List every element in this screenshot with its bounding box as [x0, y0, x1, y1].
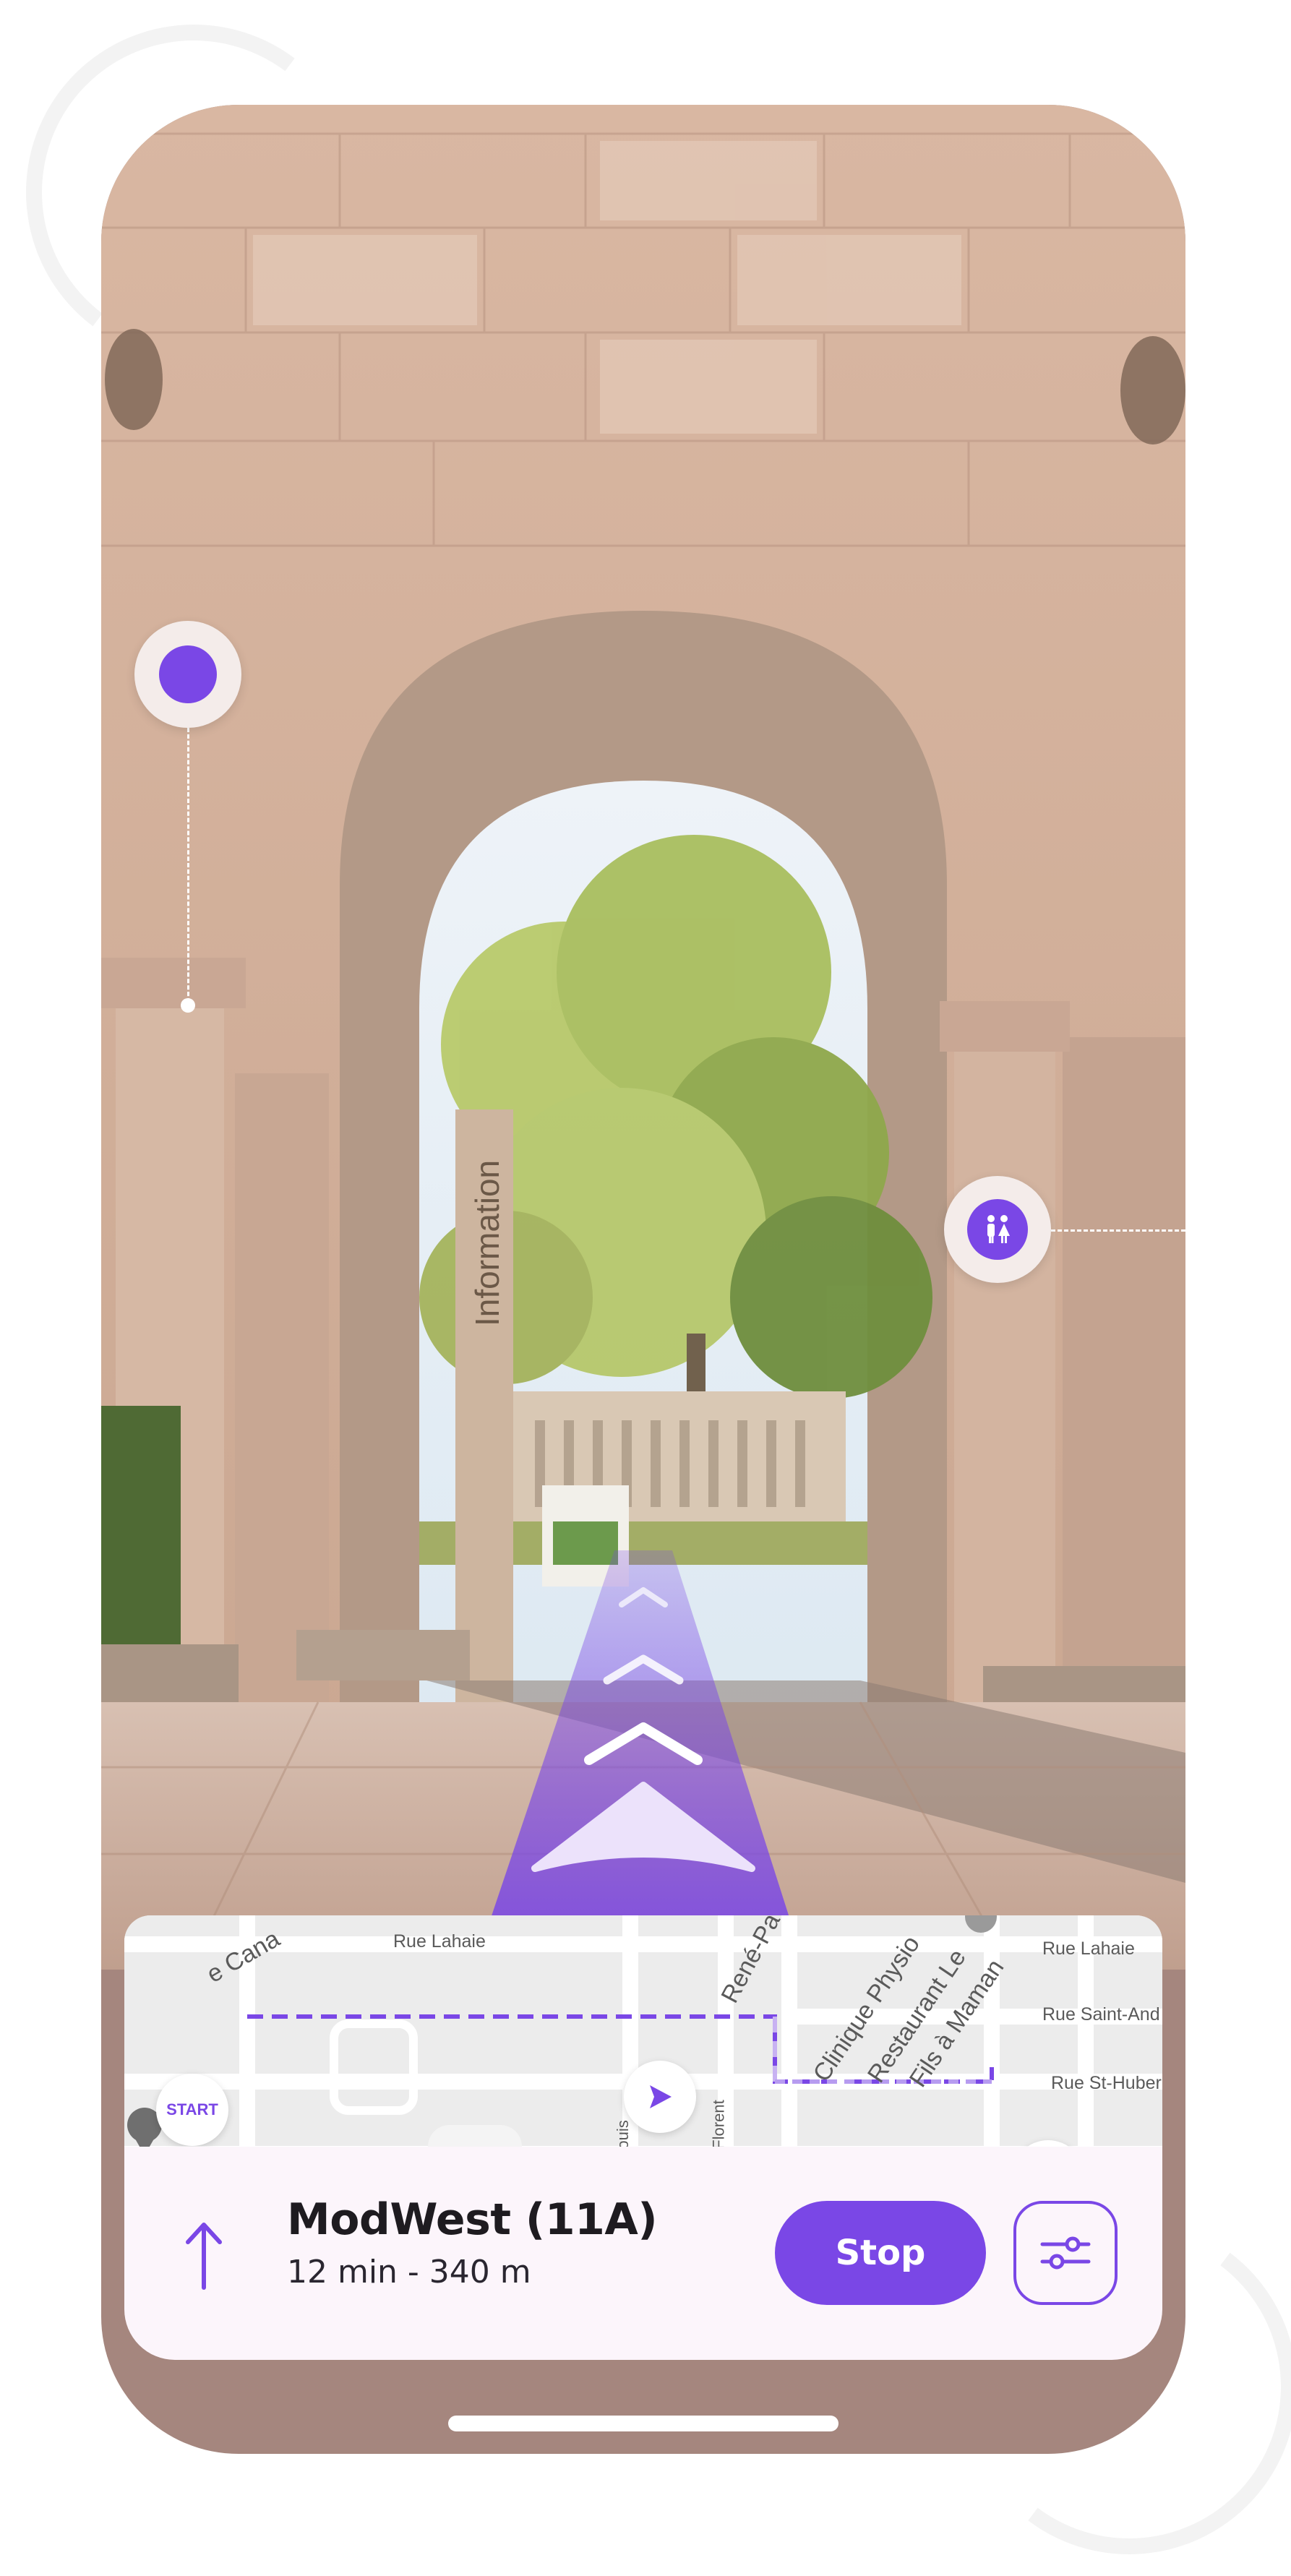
start-marker[interactable]: START	[156, 2074, 228, 2146]
ar-scene-illustration: Information	[101, 105, 1185, 1970]
street-label: Rue Lahaie	[393, 1931, 486, 1952]
stop-button[interactable]: Stop	[775, 2201, 986, 2305]
street-label: Rue St-Huber	[1051, 2073, 1162, 2093]
settings-button[interactable]	[1013, 2201, 1118, 2305]
marker-anchor-dot	[181, 998, 195, 1013]
phone-frame: Information Rue Lahaie Rue Lahaie Rue Sa…	[101, 105, 1185, 2454]
street-label: Rue Saint-And	[1042, 2004, 1160, 2025]
play-icon	[650, 2085, 672, 2108]
information-sign-text: Information	[468, 1160, 506, 1326]
home-indicator[interactable]	[448, 2416, 838, 2431]
marker-leader-line	[187, 728, 189, 1003]
destination-title: ModWest (11A)	[287, 2194, 658, 2245]
arrow-up-icon	[186, 2223, 222, 2290]
sliders-icon	[1040, 2236, 1091, 2270]
location-marker[interactable]	[134, 621, 241, 728]
restroom-icon	[967, 1199, 1028, 1260]
location-dot-icon	[159, 645, 217, 703]
current-position-marker[interactable]	[624, 2061, 696, 2133]
street-label: Rue Lahaie	[1042, 1939, 1135, 1959]
ar-camera-view: Information	[101, 105, 1185, 1970]
route-eta: 12 min - 340 m	[287, 2254, 531, 2291]
navigation-panel: ModWest (11A) 12 min - 340 m Stop	[124, 2147, 1162, 2360]
marker-leader-line	[1051, 1229, 1185, 1232]
restroom-marker[interactable]	[944, 1176, 1051, 1283]
